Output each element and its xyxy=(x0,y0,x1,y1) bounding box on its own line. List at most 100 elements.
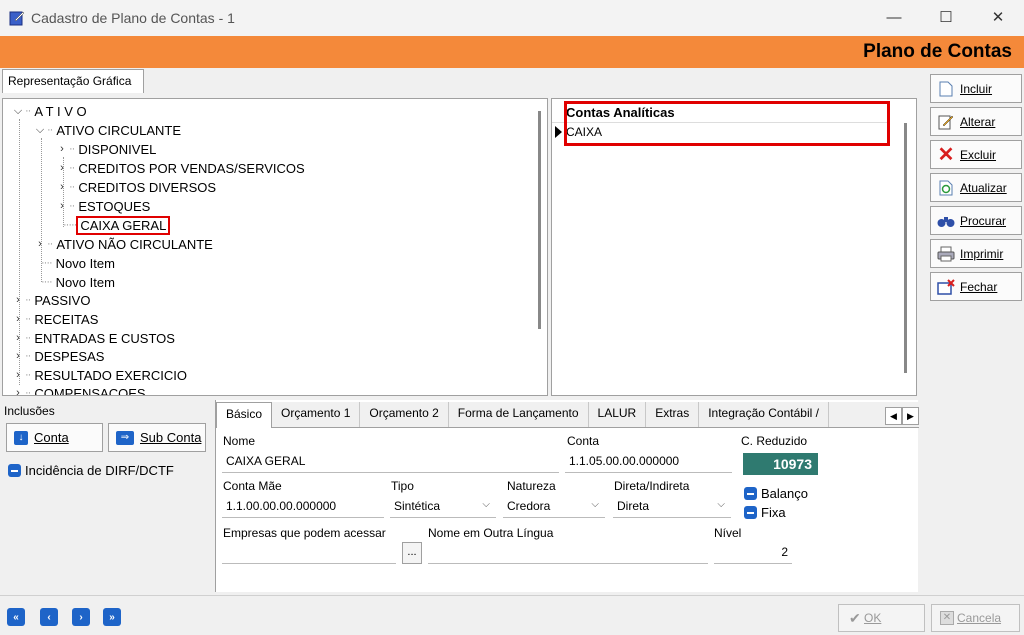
dirf-dctf-checkbox[interactable]: Incidência de DIRF/DCTF xyxy=(8,463,174,478)
chevron-right-icon[interactable]: › xyxy=(55,143,69,155)
contas-analiticas-grid[interactable]: Contas Analíticas CAIXA xyxy=(551,98,917,396)
chevron-right-icon[interactable]: › xyxy=(11,387,25,395)
tab-forma-lancamento[interactable]: Forma de Lançamento xyxy=(449,402,589,427)
banner-title: Plano de Contas xyxy=(863,41,1012,62)
maximize-button[interactable]: ☐ xyxy=(920,0,972,34)
tree-node-despesas[interactable]: › ·· DESPESAS xyxy=(11,347,104,365)
header-banner: Plano de Contas xyxy=(0,36,1024,68)
outra-lingua-input[interactable] xyxy=(428,542,708,564)
tipo-select[interactable]: Sintética ⌵ xyxy=(390,496,496,518)
next-record-icon[interactable]: › xyxy=(72,608,90,626)
conta-input[interactable]: 1.1.05.00.00.000000 xyxy=(565,451,732,473)
direta-indireta-select[interactable]: Direta ⌵ xyxy=(613,496,731,518)
chevron-down-icon[interactable]: ⌵ xyxy=(33,124,47,137)
tree-node-caixa-geral-label: CAIXA GERAL xyxy=(76,215,171,235)
chevron-right-icon[interactable]: › xyxy=(11,294,25,306)
checkbox-icon xyxy=(8,464,21,477)
app-icon xyxy=(9,11,25,26)
tab-scroll-left-icon[interactable]: ◀ xyxy=(885,407,902,425)
detail-form-panel: Básico Orçamento 1 Orçamento 2 Forma de … xyxy=(215,400,919,592)
previous-record-icon[interactable]: ‹ xyxy=(40,608,58,626)
tree-node-ativo-circulante[interactable]: ⌵ ·· ATIVO CIRCULANTE xyxy=(33,121,181,139)
tab-representacao-grafica[interactable]: Representação Gráfica xyxy=(2,69,144,93)
natureza-label: Natureza xyxy=(507,479,556,493)
chevron-right-icon[interactable]: › xyxy=(11,350,25,362)
incluir-sub-conta-button[interactable]: ⇒ Sub Conta xyxy=(108,423,206,452)
chevron-right-icon[interactable]: › xyxy=(11,369,25,381)
checkbox-icon xyxy=(744,487,757,500)
nome-label: Nome xyxy=(223,434,256,448)
tipo-label: Tipo xyxy=(391,479,414,493)
empresas-label: Empresas que podem acessar xyxy=(223,526,386,540)
tree-node-compensacoes[interactable]: › ·· COMPENSACOES xyxy=(11,384,145,396)
nome-input[interactable]: CAIXA GERAL xyxy=(222,451,559,473)
alterar-button[interactable]: Alterar xyxy=(930,107,1022,136)
chevron-right-icon[interactable]: › xyxy=(55,200,69,212)
printer-icon xyxy=(937,245,955,263)
chevron-down-icon: ⌵ xyxy=(717,499,725,510)
tree-node-disponivel[interactable]: › ·· DISPONIVEL xyxy=(55,140,156,158)
first-record-icon[interactable]: « xyxy=(7,608,25,626)
chevron-right-icon[interactable]: › xyxy=(55,162,69,174)
conta-mae-label: Conta Mãe xyxy=(223,479,282,493)
detail-tabs: Básico Orçamento 1 Orçamento 2 Forma de … xyxy=(216,402,919,428)
tree-node-receitas[interactable]: › ·· RECEITAS xyxy=(11,310,98,328)
close-button[interactable]: ✕ xyxy=(972,0,1024,34)
nivel-input[interactable]: 2 xyxy=(714,542,792,564)
incluir-button[interactable]: Incluir xyxy=(930,74,1022,103)
window-titlebar: Cadastro de Plano de Contas - 1 — ☐ ✕ xyxy=(0,0,1024,36)
chevron-right-icon[interactable]: › xyxy=(33,238,47,250)
conta-mae-input[interactable]: 1.1.00.00.00.000000 xyxy=(222,496,384,518)
chevron-down-icon: ⌵ xyxy=(482,499,490,510)
tree-node-ativo[interactable]: ⌵ ·· A T I V O xyxy=(11,102,87,120)
inclusoes-title: Inclusões xyxy=(4,404,55,418)
tab-lalur[interactable]: LALUR xyxy=(589,402,647,427)
chevron-right-icon[interactable]: › xyxy=(11,332,25,344)
grid-scrollbar[interactable] xyxy=(904,123,907,373)
tab-orcamento-2[interactable]: Orçamento 2 xyxy=(360,402,449,427)
check-icon: ✔ xyxy=(849,610,861,626)
tree-node-creditos-diversos[interactable]: › ·· CREDITOS DIVERSOS xyxy=(55,178,216,196)
tree-node-novo-item-1[interactable]: ···· Novo Item xyxy=(41,254,115,272)
tree-node-ativo-nao-circulante[interactable]: › ·· ATIVO NÃO CIRCULANTE xyxy=(33,235,213,253)
procurar-button[interactable]: Procurar xyxy=(930,206,1022,235)
balanco-checkbox[interactable]: Balanço xyxy=(744,486,808,501)
last-record-icon[interactable]: » xyxy=(103,608,121,626)
direta-indireta-label: Direta/Indireta xyxy=(614,479,690,493)
empresas-input[interactable] xyxy=(222,542,396,564)
incluir-conta-button[interactable]: ↓ Conta xyxy=(6,423,103,452)
tree-node-caixa-geral[interactable]: ····· CAIXA GERAL xyxy=(63,215,171,235)
tree-node-resultado-exercicio[interactable]: › ·· RESULTADO EXERCICIO xyxy=(11,366,187,384)
chevron-right-icon[interactable]: › xyxy=(55,181,69,193)
tree-node-estoques[interactable]: › ·· ESTOQUES xyxy=(55,197,150,215)
add-sub-account-icon: ⇒ xyxy=(116,430,134,445)
tab-extras[interactable]: Extras xyxy=(646,402,700,427)
tree-node-novo-item-2[interactable]: ···· Novo Item xyxy=(41,273,115,291)
tree-scrollbar[interactable] xyxy=(538,111,541,329)
tab-orcamento-1[interactable]: Orçamento 1 xyxy=(272,402,361,427)
tree-node-passivo[interactable]: › ·· PASSIVO xyxy=(11,291,90,309)
action-sidebar: Incluir Alterar ✕ Excluir Atualizar Proc… xyxy=(930,74,1022,305)
natureza-select[interactable]: Credora ⌵ xyxy=(503,496,605,518)
reduzido-value: 10973 xyxy=(743,453,818,475)
tab-basico[interactable]: Básico xyxy=(216,402,273,428)
account-tree[interactable]: ⌵ ·· A T I V O ⌵ ·· ATIVO CIRCULANTE › ·… xyxy=(2,98,548,396)
add-account-icon: ↓ xyxy=(14,430,28,445)
minimize-button[interactable]: — xyxy=(868,0,920,34)
tree-node-entradas-custos[interactable]: › ·· ENTRADAS E CUSTOS xyxy=(11,329,175,347)
tab-integracao-contabil[interactable]: Integração Contábil / xyxy=(699,402,829,427)
empresas-browse-button[interactable]: ... xyxy=(402,542,422,564)
imprimir-button[interactable]: Imprimir xyxy=(930,239,1022,268)
atualizar-button[interactable]: Atualizar xyxy=(930,173,1022,202)
cancela-button[interactable]: ✕ Cancela xyxy=(931,604,1020,632)
excluir-button[interactable]: ✕ Excluir xyxy=(930,140,1022,169)
fixa-checkbox[interactable]: Fixa xyxy=(744,505,786,520)
row-indicator-icon xyxy=(555,126,562,138)
chevron-down-icon[interactable]: ⌵ xyxy=(11,105,25,118)
chevron-right-icon[interactable]: › xyxy=(11,313,25,325)
fechar-button[interactable]: Fechar xyxy=(930,272,1022,301)
ok-button[interactable]: ✔ OK xyxy=(838,604,925,632)
cancel-icon: ✕ xyxy=(940,611,954,625)
tab-scroll-right-icon[interactable]: ▶ xyxy=(902,407,919,425)
tree-node-creditos-vendas[interactable]: › ·· CREDITOS POR VENDAS/SERVICOS xyxy=(55,159,305,177)
